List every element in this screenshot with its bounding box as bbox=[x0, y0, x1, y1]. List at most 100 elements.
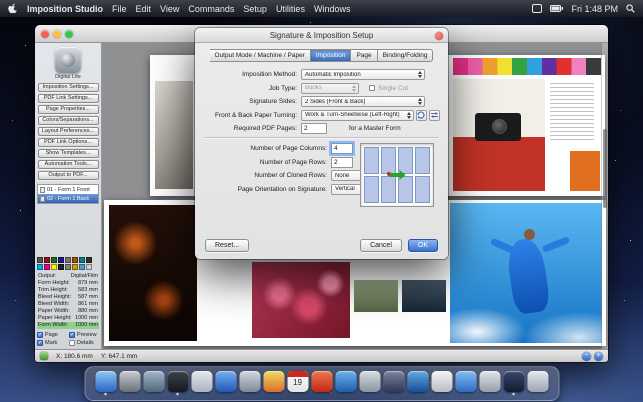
turn-direction-button[interactable] bbox=[429, 110, 440, 121]
color-swatch[interactable] bbox=[65, 264, 71, 270]
dock-icon[interactable] bbox=[527, 371, 548, 392]
zoom-window-button[interactable] bbox=[65, 30, 73, 38]
menu-item[interactable]: Edit bbox=[136, 4, 152, 14]
page-photo-small-1 bbox=[354, 280, 398, 312]
battery-menu-icon[interactable] bbox=[550, 5, 563, 12]
page-rows-input[interactable] bbox=[331, 157, 353, 168]
menu-clock[interactable]: Fri 1:48 PM bbox=[571, 4, 618, 14]
dock-icon[interactable] bbox=[407, 371, 428, 392]
close-window-button[interactable] bbox=[41, 30, 49, 38]
paper-turning-select[interactable]: Work & Turn-Sheetwise (Left-Right) bbox=[301, 110, 414, 121]
zoom-out-button[interactable]: − bbox=[582, 352, 591, 361]
dialog-tab[interactable]: Imposition bbox=[311, 49, 352, 62]
output-info-panel: Output:Digital/Film Form Height:879 mm T… bbox=[37, 273, 99, 329]
job-type-select[interactable]: Books bbox=[301, 83, 359, 94]
dock-icon[interactable] bbox=[431, 371, 452, 392]
dock-icon[interactable] bbox=[215, 371, 236, 392]
color-swatch[interactable] bbox=[58, 257, 64, 263]
dialog-tab[interactable]: Page bbox=[351, 49, 377, 62]
dock-icon[interactable] bbox=[143, 371, 164, 392]
cancel-button[interactable]: Cancel bbox=[360, 239, 402, 252]
dock-icon[interactable] bbox=[191, 371, 212, 392]
menu-item[interactable]: Commands bbox=[188, 4, 234, 14]
dialog-close-button[interactable] bbox=[435, 32, 443, 40]
dock-icon[interactable]: 19 bbox=[287, 371, 308, 392]
sidebar-button[interactable]: PDF Link Options... bbox=[38, 138, 99, 147]
dock-item bbox=[95, 371, 116, 395]
color-swatch[interactable] bbox=[58, 264, 64, 270]
dock-icon[interactable] bbox=[119, 371, 140, 392]
dock-icon[interactable] bbox=[167, 371, 188, 392]
dock-icon[interactable] bbox=[239, 371, 260, 392]
menu-app-name[interactable]: Imposition Studio bbox=[27, 4, 103, 14]
page-columns-input[interactable] bbox=[331, 143, 353, 154]
scrollbar-thumb[interactable] bbox=[603, 129, 607, 209]
color-swatch[interactable] bbox=[51, 264, 57, 270]
form-list-item[interactable]: 01 - Form 1 Front bbox=[38, 185, 98, 194]
color-swatch[interactable] bbox=[37, 257, 43, 263]
dock-icon[interactable] bbox=[455, 371, 476, 392]
sidebar-button[interactable]: Show Templates... bbox=[38, 149, 99, 158]
input-source-menu-icon[interactable] bbox=[532, 4, 542, 13]
apple-menu-icon[interactable] bbox=[8, 3, 18, 14]
view-toggle[interactable]: Preview bbox=[69, 332, 99, 338]
dock-icon[interactable] bbox=[95, 371, 116, 392]
dialog-tab[interactable]: Output Mode / Machine / Paper bbox=[210, 49, 311, 62]
dialog-titlebar[interactable]: Signature & Imposition Setup bbox=[195, 28, 448, 43]
single-cut-checkbox[interactable] bbox=[369, 85, 375, 91]
color-swatch[interactable] bbox=[44, 257, 50, 263]
sidebar-button[interactable]: PDF Link Settings... bbox=[38, 94, 99, 103]
menu-item[interactable]: File bbox=[112, 4, 127, 14]
color-swatch[interactable] bbox=[86, 264, 92, 270]
vertical-scrollbar[interactable] bbox=[601, 43, 608, 349]
camera-lens-shape bbox=[492, 119, 507, 134]
page-orange-block bbox=[570, 151, 600, 191]
menu-item[interactable]: View bbox=[160, 4, 179, 14]
menu-item[interactable]: Setup bbox=[243, 4, 267, 14]
color-swatch[interactable] bbox=[65, 257, 71, 263]
dock-icon[interactable] bbox=[263, 371, 284, 392]
dock-icon[interactable] bbox=[383, 371, 404, 392]
view-toggle[interactable]: Mark bbox=[37, 340, 67, 346]
sidebar-button[interactable]: Page Properties... bbox=[38, 105, 99, 114]
form-list-item[interactable]: 02 - Form 1 Back bbox=[38, 194, 98, 203]
turn-preview-button[interactable] bbox=[416, 110, 427, 121]
checkbox-icon[interactable] bbox=[37, 340, 43, 346]
zoom-in-button[interactable]: + bbox=[594, 352, 603, 361]
reset-button[interactable]: Reset... bbox=[205, 239, 249, 252]
view-toggle[interactable]: Details bbox=[69, 340, 99, 346]
checkbox-icon[interactable] bbox=[37, 332, 43, 338]
color-swatch[interactable] bbox=[72, 264, 78, 270]
color-swatch[interactable] bbox=[79, 264, 85, 270]
color-swatch[interactable] bbox=[51, 257, 57, 263]
checkbox-icon[interactable] bbox=[69, 332, 75, 338]
imposition-method-select[interactable]: Automatic Imposition bbox=[301, 69, 425, 80]
checkbox-icon[interactable] bbox=[69, 340, 75, 346]
menu-item[interactable]: Windows bbox=[314, 4, 351, 14]
status-bar: X: 180.6 mm Y: 647.1 mm − + bbox=[35, 349, 608, 362]
minimize-window-button[interactable] bbox=[53, 30, 61, 38]
dock-icon[interactable] bbox=[359, 371, 380, 392]
color-swatch[interactable] bbox=[37, 264, 43, 270]
dock-icon[interactable] bbox=[311, 371, 332, 392]
view-toggle[interactable]: Page bbox=[37, 332, 67, 338]
sidebar-button[interactable]: Colors/Separations... bbox=[38, 116, 99, 125]
color-swatches-row2 bbox=[37, 264, 99, 270]
color-swatch[interactable] bbox=[72, 257, 78, 263]
sidebar-button[interactable]: Layout Preferences... bbox=[38, 127, 99, 136]
sidebar-button[interactable]: Imposition Settings... bbox=[38, 83, 99, 92]
required-pdf-pages-input[interactable] bbox=[301, 123, 327, 134]
sidebar-button[interactable]: Output to PDF... bbox=[38, 171, 99, 180]
ok-button[interactable]: OK bbox=[408, 239, 438, 252]
color-swatch[interactable] bbox=[79, 257, 85, 263]
dock-icon[interactable] bbox=[503, 371, 524, 392]
menu-item[interactable]: Utilities bbox=[276, 4, 305, 14]
dock-icon[interactable] bbox=[335, 371, 356, 392]
dock-icon[interactable] bbox=[479, 371, 500, 392]
sidebar-button[interactable]: Automation Tools... bbox=[38, 160, 99, 169]
signature-sides-select[interactable]: 2 Sides (Front & Back) bbox=[301, 96, 425, 107]
color-swatch[interactable] bbox=[86, 257, 92, 263]
dialog-tab[interactable]: Binding/Folding bbox=[378, 49, 434, 62]
spotlight-icon[interactable] bbox=[626, 4, 635, 13]
color-swatch[interactable] bbox=[44, 264, 50, 270]
